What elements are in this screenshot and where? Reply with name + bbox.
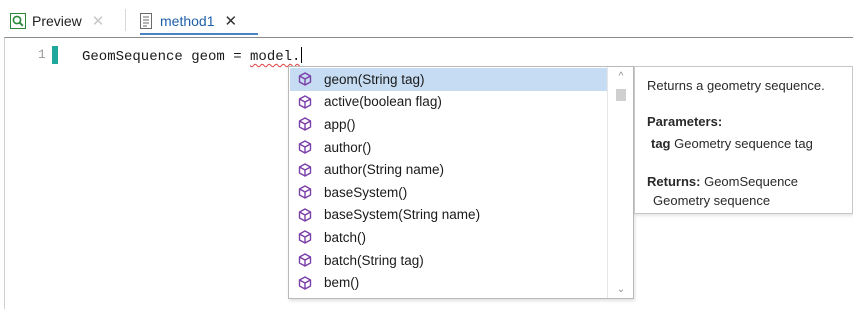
autocomplete-item-label: batch(String tag): [324, 252, 424, 268]
code-line[interactable]: GeomSequence geom = model.: [82, 47, 303, 65]
autocomplete-item[interactable]: batch(): [290, 226, 608, 249]
doc-parameter: tag Geometry sequence tag: [651, 136, 813, 151]
autocomplete-item[interactable]: baseSystem(): [290, 181, 608, 204]
code-text: GeomSequence geom =: [82, 49, 251, 65]
tab-method1[interactable]: method1 ✕: [138, 7, 237, 35]
doc-returns-desc: Geometry sequence: [653, 193, 771, 208]
method-cube-icon: [298, 140, 312, 154]
autocomplete-scrollbar[interactable]: ^ ⌄: [607, 67, 633, 298]
active-tab-indicator: [140, 33, 258, 35]
tab-method1-close-icon[interactable]: ✕: [224, 14, 237, 29]
method-cube-icon: [298, 185, 312, 199]
doc-returns-label: Returns:: [647, 174, 701, 189]
scroll-down-icon[interactable]: ⌄: [608, 280, 634, 298]
tab-preview[interactable]: Preview ✕: [10, 7, 104, 35]
autocomplete-item[interactable]: app(): [290, 113, 608, 136]
tab-preview-close-icon[interactable]: ✕: [92, 14, 105, 29]
tab-preview-label: Preview: [32, 13, 82, 29]
autocomplete-item-label: app(): [324, 116, 356, 132]
autocomplete-item[interactable]: geom(String tag): [290, 68, 608, 91]
autocomplete-item[interactable]: bem(): [290, 271, 608, 294]
method-cube-icon: [298, 253, 312, 267]
code-error-token: model.: [250, 49, 301, 65]
documentation-tooltip: Returns a geometry sequence. Parameters:…: [634, 66, 853, 214]
autocomplete-popup: geom(String tag) active(boolean flag) ap…: [288, 66, 634, 299]
autocomplete-item-label: batch(): [324, 229, 367, 245]
autocomplete-item[interactable]: baseSystem(String name): [290, 204, 608, 227]
tab-method1-label: method1: [160, 13, 215, 29]
method-cube-icon: [298, 230, 312, 245]
text-caret: [301, 47, 303, 63]
autocomplete-item[interactable]: active(boolean flag): [290, 91, 608, 114]
doc-param-name: tag: [651, 136, 671, 151]
method-cube-icon: [298, 275, 312, 290]
scrollbar-thumb[interactable]: [616, 89, 626, 101]
doc-param-desc: Geometry sequence tag: [674, 136, 813, 151]
change-marker: [52, 46, 58, 64]
autocomplete-item-label: author(): [324, 139, 372, 155]
autocomplete-item-label: bem(): [324, 275, 360, 291]
autocomplete-item[interactable]: author(): [290, 136, 608, 159]
autocomplete-item[interactable]: author(String name): [290, 158, 608, 181]
autocomplete-item[interactable]: batch(String tag): [290, 249, 608, 272]
method-cube-icon: [298, 162, 312, 177]
preview-icon: [10, 13, 26, 29]
doc-returns-type: GeomSequence: [704, 174, 799, 189]
scroll-up-icon[interactable]: ^: [608, 67, 634, 85]
autocomplete-item-label: baseSystem(String name): [324, 207, 481, 223]
method-cube-icon: [298, 95, 312, 109]
tab-separator: [125, 9, 126, 31]
doc-returns: Returns: GeomSequence: [647, 174, 798, 189]
method-cube-icon: [298, 208, 312, 222]
autocomplete-item-label: geom(String tag): [324, 71, 425, 87]
method-cube-icon: [298, 117, 312, 132]
doc-summary: Returns a geometry sequence.: [647, 78, 825, 93]
doc-parameters-heading: Parameters:: [647, 114, 723, 129]
editor-tab-bar: Preview ✕ method1 ✕: [0, 0, 853, 37]
autocomplete-item-label: baseSystem(): [324, 184, 408, 200]
autocomplete-item-label: author(String name): [324, 162, 445, 178]
method-file-icon: [138, 13, 154, 29]
autocomplete-item-label: active(boolean flag): [324, 94, 442, 110]
method-cube-icon: [298, 72, 312, 86]
